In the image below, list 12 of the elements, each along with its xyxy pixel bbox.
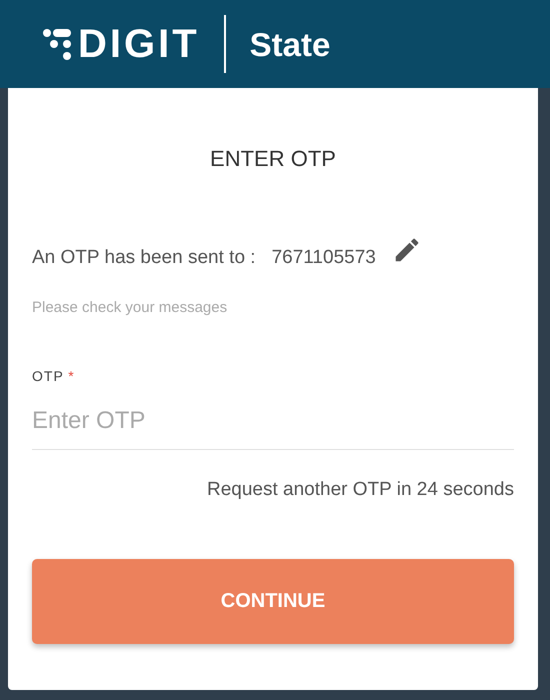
continue-button[interactable]: CONTINUE xyxy=(32,558,514,644)
hint-text: Please check your messages xyxy=(32,298,228,318)
resend-timer-text: Request another OTP in 24 seconds xyxy=(206,478,514,502)
otp-sent-message: An OTP has been sent to : xyxy=(32,246,256,270)
otp-input-field[interactable]: Enter OTP xyxy=(32,397,514,450)
field-label: OTP xyxy=(32,368,64,384)
header-subtitle: State xyxy=(250,28,330,60)
card-title: ENTER OTP xyxy=(209,145,337,172)
logo-text: DIGIT xyxy=(78,24,200,64)
logo-dots-icon xyxy=(42,27,74,61)
required-mark: * xyxy=(68,368,75,384)
phone-number: 7671105573 xyxy=(272,246,376,270)
